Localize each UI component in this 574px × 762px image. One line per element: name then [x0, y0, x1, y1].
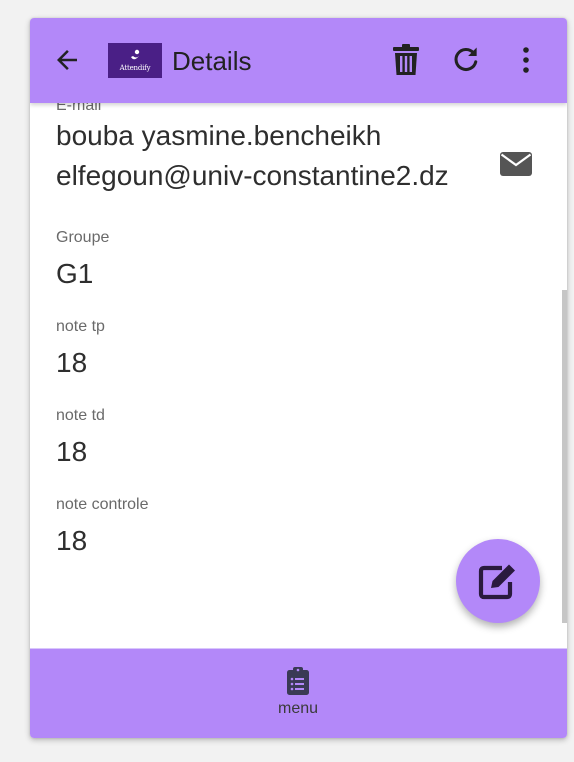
bottom-nav-label-menu: menu [277, 700, 319, 717]
note-td-label: note td [56, 407, 105, 424]
group-value: G1 [56, 258, 94, 289]
app-window: Attendify Details E-mail bouba yasmine.b… [30, 18, 567, 738]
logo-mark-icon [131, 49, 140, 60]
bottom-nav-item-menu[interactable]: menu [258, 667, 338, 727]
scrollbar[interactable] [562, 290, 567, 623]
arrow-left-icon [57, 50, 77, 70]
note-controle-label: note controle [56, 496, 149, 513]
delete-button[interactable] [388, 42, 424, 78]
group-label: Groupe [56, 229, 110, 246]
bottom-navigation: menu [30, 648, 567, 738]
logo-text: Attendify [119, 64, 151, 72]
edit-icon [478, 564, 515, 600]
note-tp-value: 18 [56, 347, 88, 378]
more-options-button[interactable] [508, 42, 544, 78]
note-tp-label: note tp [56, 318, 105, 335]
back-button[interactable] [50, 43, 84, 77]
note-controle-field: note controle 18 [56, 495, 149, 561]
edit-fab-button[interactable] [456, 539, 540, 623]
mail-icon [500, 152, 532, 176]
note-td-field: note td 18 [56, 406, 105, 472]
page-title: Details [172, 46, 252, 76]
email-value-line2: elfegoun@univ-constantine2.dz [56, 160, 449, 191]
email-value-line1: bouba yasmine.bencheikh [56, 120, 382, 151]
email-field: E-mail bouba yasmine.bencheikh elfegoun@… [56, 103, 449, 196]
more-vert-icon [523, 47, 529, 73]
refresh-button[interactable] [448, 42, 484, 78]
note-td-value: 18 [56, 436, 88, 467]
app-logo: Attendify [108, 43, 162, 78]
note-tp-field: note tp 18 [56, 317, 105, 383]
email-label: E-mail [56, 103, 102, 114]
top-app-bar: Attendify Details [30, 18, 567, 103]
note-controle-value: 18 [56, 525, 88, 556]
clipboard-list-icon [287, 667, 309, 695]
group-field: Groupe G1 [56, 228, 109, 294]
send-email-button[interactable] [496, 148, 536, 180]
refresh-icon [454, 47, 478, 71]
trash-icon [393, 44, 419, 75]
